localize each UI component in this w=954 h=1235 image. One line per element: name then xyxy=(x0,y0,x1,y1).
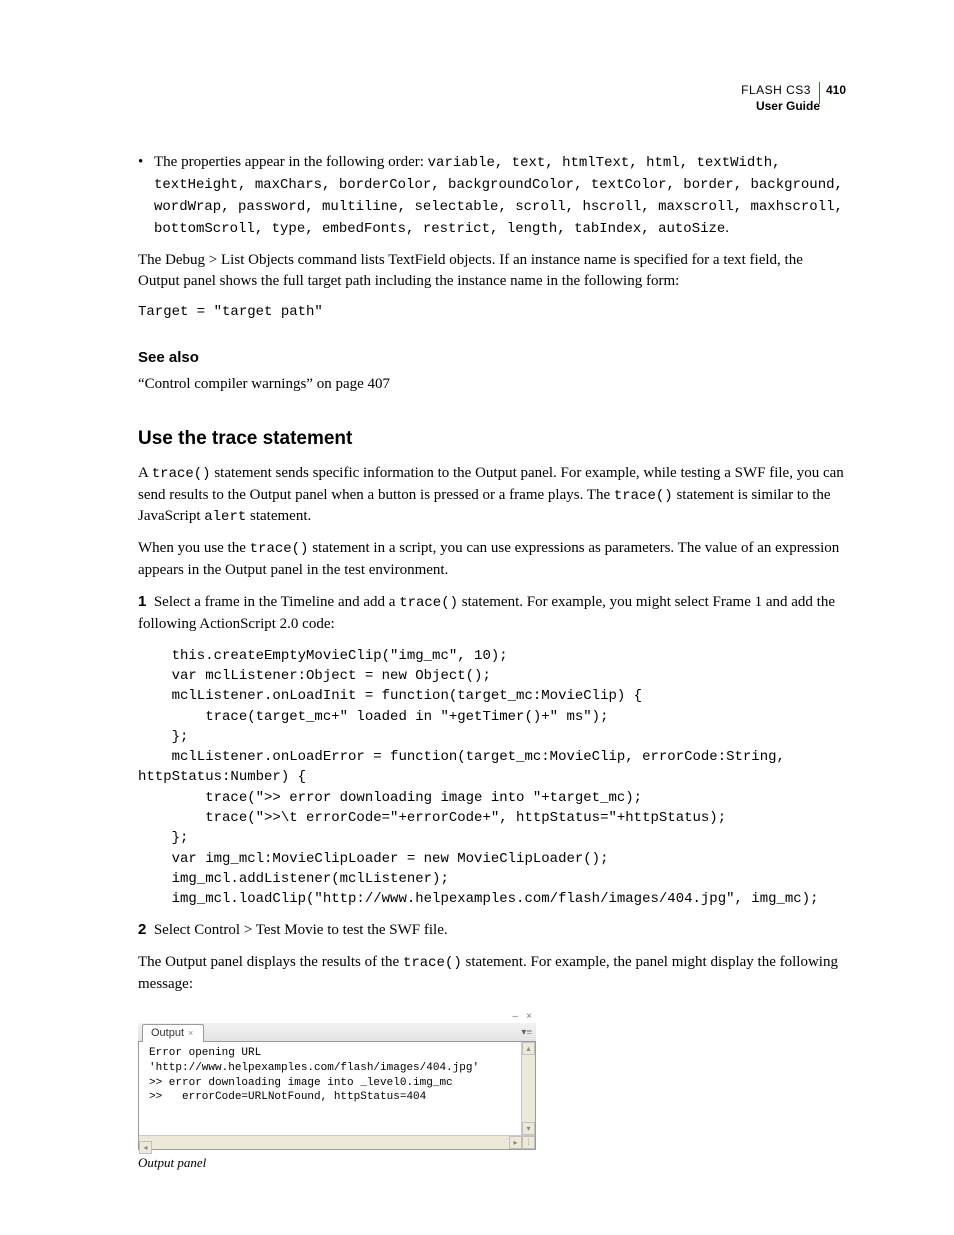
section-paragraph-2: When you use the trace() statement in a … xyxy=(138,538,846,581)
horizontal-scrollbar[interactable]: ◂ ▸ ⁞ xyxy=(139,1135,535,1149)
section-paragraph-3: The Output panel displays the results of… xyxy=(138,952,846,995)
step-2: 2 Select Control > Test Movie to test th… xyxy=(138,919,846,941)
output-tab-label: Output xyxy=(151,1027,184,1039)
scroll-down-icon[interactable]: ▾ xyxy=(522,1122,535,1135)
output-panel: – × Output × ▾≡ Error opening URL 'http:/… xyxy=(138,1009,536,1150)
bullet-lead-text: The properties appear in the following o… xyxy=(154,154,428,170)
trace-code-inline-3: trace() xyxy=(250,541,309,557)
page-number: 410 xyxy=(826,83,846,98)
actionscript-code-block: this.createEmptyMovieClip("img_mc", 10);… xyxy=(138,646,846,910)
step-1: 1 Select a frame in the Timeline and add… xyxy=(138,591,846,635)
running-header: FLASH CS3 410 User Guide xyxy=(741,82,846,114)
section-heading: Use the trace statement xyxy=(138,426,846,453)
output-tab[interactable]: Output × xyxy=(142,1024,204,1043)
see-also-link[interactable]: “Control compiler warnings” on page 407 xyxy=(138,374,846,395)
alert-code-inline: alert xyxy=(204,509,246,525)
figure-caption: Output panel xyxy=(138,1154,536,1172)
p1-text-a: A xyxy=(138,465,152,481)
trace-code-inline-4: trace() xyxy=(399,595,458,611)
step2-text: Select Control > Test Movie to test the … xyxy=(154,922,448,938)
guide-label: User Guide xyxy=(741,99,846,114)
bullet-trail: . xyxy=(725,220,729,236)
panel-body: Error opening URL 'http://www.helpexampl… xyxy=(138,1042,536,1150)
main-content: • The properties appear in the following… xyxy=(138,152,846,1172)
output-panel-text: Error opening URL 'http://www.helpexampl… xyxy=(139,1042,535,1109)
vertical-scrollbar[interactable]: ▴ ▾ xyxy=(521,1042,535,1135)
scroll-left-icon[interactable]: ◂ xyxy=(139,1141,152,1154)
p2-text-a: When you use the xyxy=(138,540,250,556)
see-also-heading: See also xyxy=(138,347,846,368)
trace-code-inline-2: trace() xyxy=(614,488,673,504)
step-number-1: 1 xyxy=(138,593,146,610)
target-code: Target = "target path" xyxy=(138,302,846,323)
bullet-item: • The properties appear in the following… xyxy=(138,152,846,240)
trace-code-inline: trace() xyxy=(152,466,211,482)
tab-close-icon[interactable]: × xyxy=(188,1028,193,1038)
panel-tab-row: Output × ▾≡ xyxy=(138,1023,536,1042)
output-panel-figure: – × Output × ▾≡ Error opening URL 'http:/… xyxy=(138,1009,536,1172)
scroll-up-icon[interactable]: ▴ xyxy=(522,1042,535,1055)
step1-text-a: Select a frame in the Timeline and add a xyxy=(154,594,399,610)
product-name: FLASH CS3 xyxy=(741,83,817,98)
scroll-right-icon[interactable]: ▸ xyxy=(509,1136,522,1149)
debug-paragraph: The Debug > List Objects command lists T… xyxy=(138,250,846,293)
panel-titlebar: – × xyxy=(138,1009,536,1023)
step-number-2: 2 xyxy=(138,921,146,938)
section-paragraph-1: A trace() statement sends specific infor… xyxy=(138,463,846,529)
bullet-dot-icon: • xyxy=(138,152,154,240)
trace-code-inline-5: trace() xyxy=(403,955,462,971)
page: FLASH CS3 410 User Guide • The propertie… xyxy=(0,0,954,1235)
panel-menu-icon[interactable]: ▾≡ xyxy=(518,1026,532,1036)
p1-text-d: statement. xyxy=(246,508,311,524)
resize-grip-icon[interactable]: ⁞ xyxy=(522,1136,535,1149)
p3-text-a: The Output panel displays the results of… xyxy=(138,954,403,970)
